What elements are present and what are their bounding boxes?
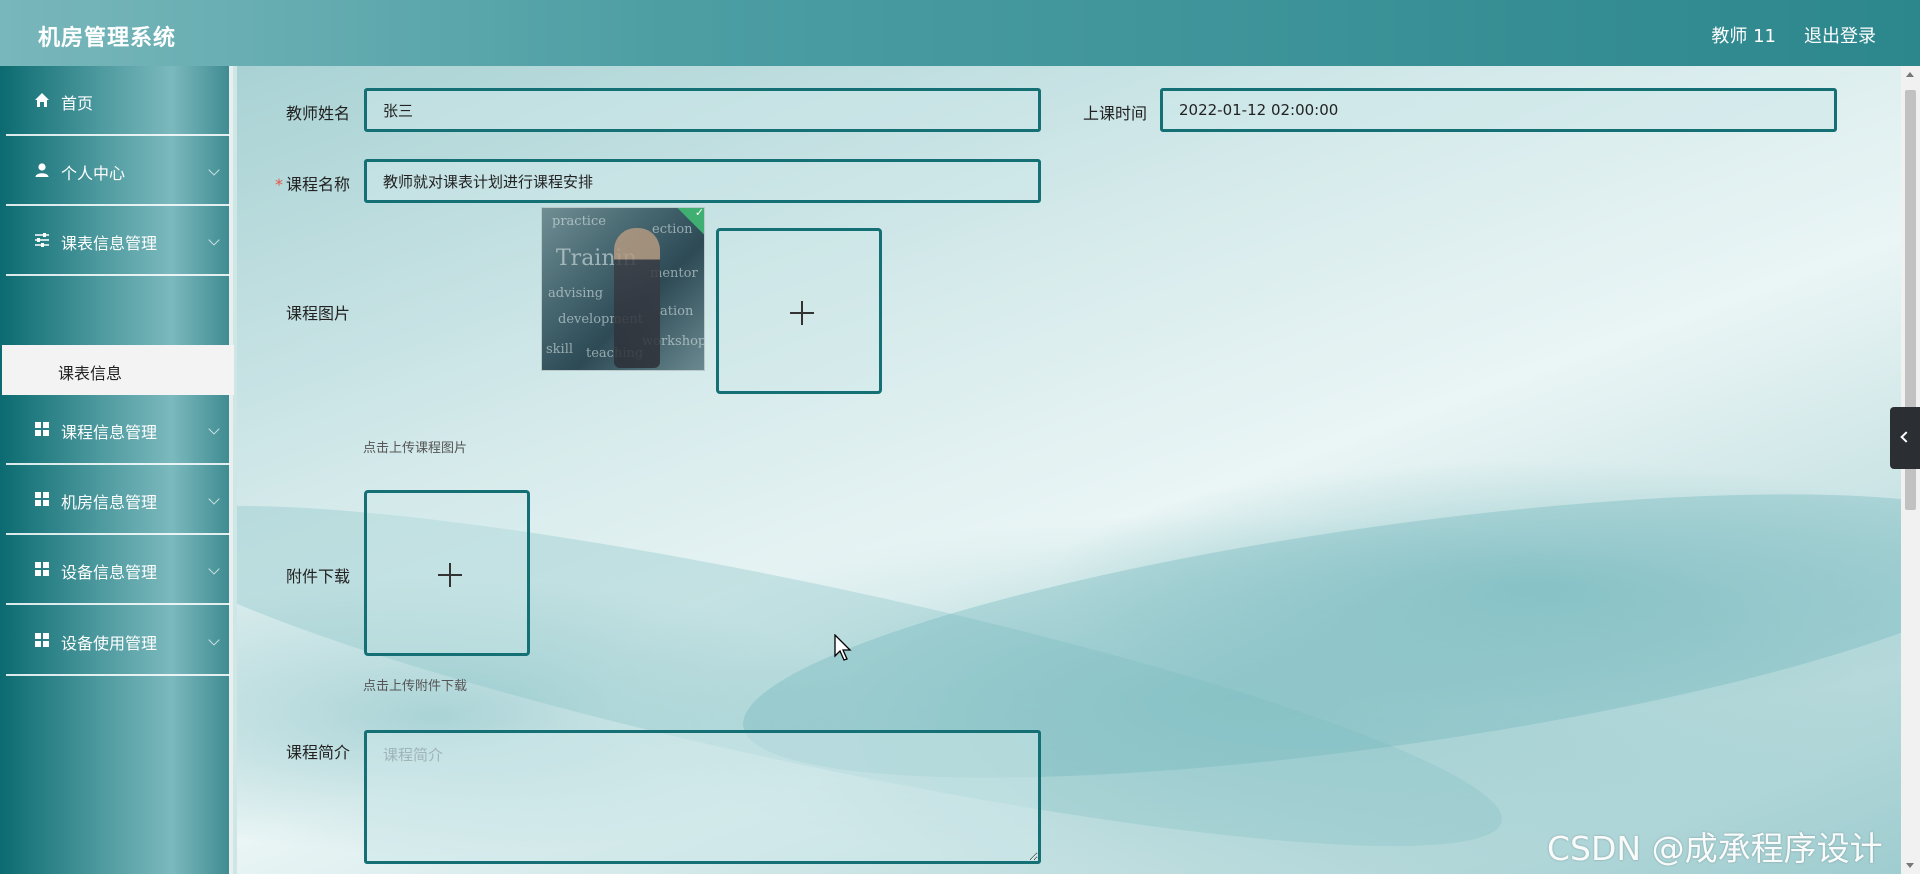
course-name-input[interactable] [364,159,1041,203]
grid-icon [35,492,49,506]
sidebar-item-label: 设备使用管理 [61,634,158,653]
course-intro-textarea[interactable] [364,730,1041,864]
course-image-hint: 点击上传课程图片 [363,441,468,456]
logout-link[interactable]: 退出登录 [1804,22,1876,48]
attachment-upload-button[interactable] [364,490,530,656]
scroll-down-arrow-icon[interactable] [1906,863,1914,868]
chevron-down-icon [208,164,220,176]
sliders-icon [35,233,49,247]
board-word: practice [552,214,606,229]
current-user[interactable]: 教师 11 [1711,22,1776,48]
course-name-label-text: 课程名称 [285,175,350,194]
attachment-label: 附件下载 [285,567,350,586]
sidebar-item-lab-management[interactable]: 机房信息管理 [6,465,230,535]
required-marker: * [274,175,283,194]
main-content: 教师姓名 上课时间 *课程名称 课程图片 practice ection Tra… [237,66,1901,874]
board-word: skill [546,342,574,357]
sidebar-item-label: 设备信息管理 [61,563,158,582]
sidebar: 首页 个人中心 课表信息管理 课表信息 课程信息管理 机房信息管理 设备信息管理… [0,66,234,874]
course-image-label: 课程图片 [285,304,350,323]
home-icon [35,93,49,107]
sidebar-item-device-management[interactable]: 设备信息管理 [6,535,230,605]
board-word: ation [660,304,694,319]
sidebar-item-label: 机房信息管理 [61,493,158,512]
sidebar-item-profile[interactable]: 个人中心 [6,136,230,206]
sidebar-item-label: 课表信息管理 [61,234,158,253]
grid-icon [35,422,49,436]
top-bar: 机房管理系统 教师 11 退出登录 [0,0,1920,66]
class-time-input[interactable] [1160,88,1837,132]
course-name-label: * 课程名称 [237,171,350,195]
sidebar-item-course-management[interactable]: 课程信息管理 [6,395,230,465]
sidebar-subitem-label: 课表信息 [58,364,123,383]
app-title: 机房管理系统 [38,26,177,51]
grid-icon [35,633,49,647]
plus-icon-vertical [449,563,451,587]
sidebar-item-label: 首页 [61,94,94,113]
course-image-upload-button[interactable] [716,228,882,394]
sidebar-item-device-usage[interactable]: 设备使用管理 [6,606,230,676]
scroll-up-arrow-icon[interactable] [1906,72,1914,77]
plus-icon-vertical [801,301,803,325]
page-scrollbar[interactable] [1901,66,1920,874]
chevron-down-icon [208,423,220,435]
mouse-cursor-icon [834,634,852,661]
chevron-down-icon [208,634,220,646]
watermark: CSDN @成承程序设计 [1547,829,1883,868]
chevron-down-icon [208,563,220,575]
sidebar-item-label: 课程信息管理 [61,423,158,442]
board-word: ection [652,222,693,237]
chevron-down-icon [208,234,220,246]
grid-icon [35,562,49,576]
attachment-hint: 点击上传附件下载 [363,679,468,694]
sidebar-item-label: 个人中心 [61,164,126,183]
sidebar-subitem-schedule-info[interactable]: 课表信息 [2,345,234,395]
course-intro-label: 课程简介 [285,743,350,762]
chevron-left-icon [1900,431,1912,443]
class-time-label: 上课时间 [1082,104,1147,123]
board-word: advising [548,286,604,301]
course-image-thumbnail[interactable]: practice ection Trainin mentor advising … [541,207,705,371]
check-icon: ✓ [694,207,705,219]
collapse-side-panel-button[interactable] [1890,407,1920,469]
sidebar-item-schedule-management[interactable]: 课表信息管理 [6,206,230,276]
sidebar-item-home[interactable]: 首页 [6,66,230,136]
user-icon [35,163,49,177]
chevron-down-icon [208,493,220,505]
teacher-figure [614,228,660,368]
